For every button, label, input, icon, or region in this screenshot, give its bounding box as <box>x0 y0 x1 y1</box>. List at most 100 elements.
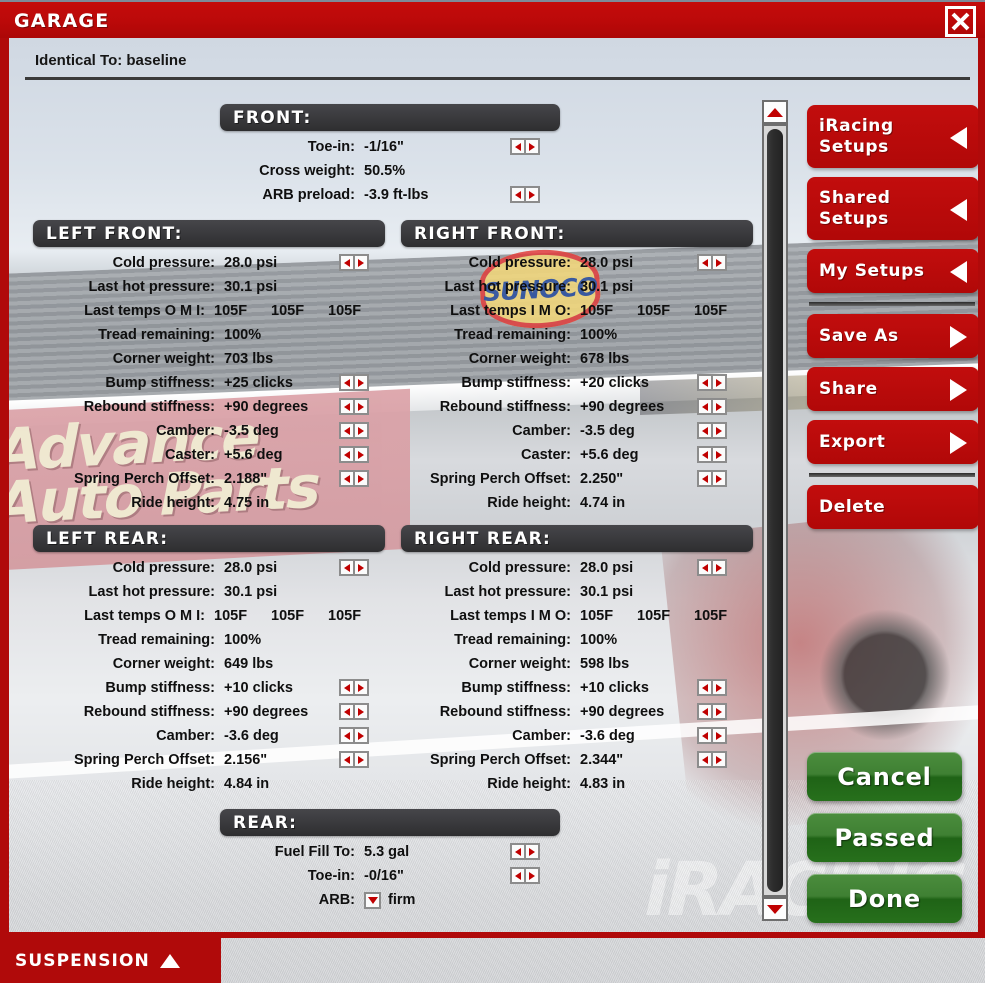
stepper-decrement-button[interactable] <box>339 751 354 768</box>
stepper-control[interactable] <box>697 374 728 391</box>
sidebar-item-shared-setups[interactable]: Shared Setups <box>807 177 979 240</box>
stepper-decrement-button[interactable] <box>339 703 354 720</box>
setting-row: Corner weight: 678 lbs <box>401 347 753 371</box>
stepper-control[interactable] <box>339 703 370 720</box>
arb-dropdown[interactable]: firm <box>364 891 415 909</box>
sidebar-item-save-as[interactable]: Save As <box>807 314 979 358</box>
stepper-increment-button[interactable] <box>354 254 369 271</box>
close-icon[interactable] <box>945 6 976 37</box>
stepper-control[interactable] <box>510 138 541 155</box>
stepper-control[interactable] <box>697 254 728 271</box>
stepper-decrement-button[interactable] <box>339 679 354 696</box>
stepper-increment-button[interactable] <box>712 751 727 768</box>
sidebar-item-my-setups[interactable]: My Setups <box>807 249 979 293</box>
stepper-control[interactable] <box>339 374 370 391</box>
stepper-control[interactable] <box>510 843 541 860</box>
stepper-control[interactable] <box>339 422 370 439</box>
stepper-control[interactable] <box>697 398 728 415</box>
cancel-button[interactable]: Cancel <box>807 752 962 801</box>
stepper-decrement-button[interactable] <box>697 679 712 696</box>
stepper-control[interactable] <box>697 751 728 768</box>
stepper-increment-button[interactable] <box>354 446 369 463</box>
stepper-control[interactable] <box>339 398 370 415</box>
stepper-decrement-button[interactable] <box>339 254 354 271</box>
stepper-increment-button[interactable] <box>354 679 369 696</box>
stepper-increment-button[interactable] <box>354 374 369 391</box>
stepper-decrement-button[interactable] <box>339 422 354 439</box>
sidebar-item-iracing-setups[interactable]: iRacing Setups <box>807 105 979 168</box>
stepper-increment-button[interactable] <box>525 843 540 860</box>
stepper-decrement-button[interactable] <box>697 398 712 415</box>
stepper-increment-button[interactable] <box>712 559 727 576</box>
stepper-control[interactable] <box>697 679 728 696</box>
stepper-decrement-button[interactable] <box>510 843 525 860</box>
sidebar-item-delete[interactable]: Delete <box>807 485 979 529</box>
stepper-control[interactable] <box>697 703 728 720</box>
setting-label: Last temps O M I: <box>84 303 205 319</box>
stepper-increment-button[interactable] <box>354 398 369 415</box>
stepper-increment-button[interactable] <box>525 138 540 155</box>
stepper-increment-button[interactable] <box>354 470 369 487</box>
stepper-decrement-button[interactable] <box>697 751 712 768</box>
stepper-control[interactable] <box>697 446 728 463</box>
chevron-up-icon[interactable] <box>762 100 788 124</box>
sidebar-item-export[interactable]: Export <box>807 420 979 464</box>
stepper-increment-button[interactable] <box>712 422 727 439</box>
stepper-increment-button[interactable] <box>712 727 727 744</box>
stepper-increment-button[interactable] <box>712 254 727 271</box>
stepper-decrement-button[interactable] <box>697 470 712 487</box>
stepper-control[interactable] <box>339 679 370 696</box>
stepper-increment-button[interactable] <box>525 186 540 203</box>
scrollbar-thumb[interactable] <box>767 129 783 892</box>
stepper-control[interactable] <box>510 867 541 884</box>
stepper-increment-button[interactable] <box>712 446 727 463</box>
stepper-decrement-button[interactable] <box>697 446 712 463</box>
stepper-decrement-button[interactable] <box>697 422 712 439</box>
suspension-tab[interactable]: SUSPENSION <box>0 938 221 983</box>
stepper-decrement-button[interactable] <box>510 138 525 155</box>
stepper-control[interactable] <box>339 559 370 576</box>
stepper-increment-button[interactable] <box>712 470 727 487</box>
stepper-control[interactable] <box>697 727 728 744</box>
stepper-increment-button[interactable] <box>354 703 369 720</box>
stepper-control[interactable] <box>510 186 541 203</box>
stepper-decrement-button[interactable] <box>697 559 712 576</box>
stepper-control[interactable] <box>339 727 370 744</box>
stepper-control[interactable] <box>339 446 370 463</box>
stepper-decrement-button[interactable] <box>510 867 525 884</box>
stepper-increment-button[interactable] <box>712 679 727 696</box>
stepper-decrement-button[interactable] <box>697 703 712 720</box>
stepper-decrement-button[interactable] <box>697 727 712 744</box>
stepper-decrement-button[interactable] <box>510 186 525 203</box>
stepper-increment-button[interactable] <box>354 422 369 439</box>
chevron-down-icon[interactable] <box>762 897 788 921</box>
panel-scrollbar[interactable] <box>762 100 788 921</box>
scrollbar-track[interactable] <box>762 124 788 897</box>
stepper-increment-button[interactable] <box>354 727 369 744</box>
stepper-decrement-button[interactable] <box>339 374 354 391</box>
stepper-increment-button[interactable] <box>712 703 727 720</box>
stepper-decrement-button[interactable] <box>339 446 354 463</box>
stepper-decrement-button[interactable] <box>339 470 354 487</box>
stepper-increment-button[interactable] <box>354 559 369 576</box>
stepper-decrement-button[interactable] <box>697 254 712 271</box>
sidebar-item-share[interactable]: Share <box>807 367 979 411</box>
stepper-control[interactable] <box>339 254 370 271</box>
passed-button[interactable]: Passed <box>807 813 962 862</box>
stepper-control[interactable] <box>339 751 370 768</box>
done-button[interactable]: Done <box>807 874 962 923</box>
chevron-down-icon[interactable] <box>364 891 381 909</box>
stepper-increment-button[interactable] <box>525 867 540 884</box>
setting-label: Ride height: <box>131 776 215 792</box>
stepper-increment-button[interactable] <box>354 751 369 768</box>
stepper-decrement-button[interactable] <box>339 559 354 576</box>
stepper-control[interactable] <box>697 470 728 487</box>
stepper-control[interactable] <box>697 559 728 576</box>
stepper-increment-button[interactable] <box>712 374 727 391</box>
stepper-decrement-button[interactable] <box>339 727 354 744</box>
stepper-increment-button[interactable] <box>712 398 727 415</box>
stepper-decrement-button[interactable] <box>339 398 354 415</box>
stepper-decrement-button[interactable] <box>697 374 712 391</box>
stepper-control[interactable] <box>339 470 370 487</box>
stepper-control[interactable] <box>697 422 728 439</box>
